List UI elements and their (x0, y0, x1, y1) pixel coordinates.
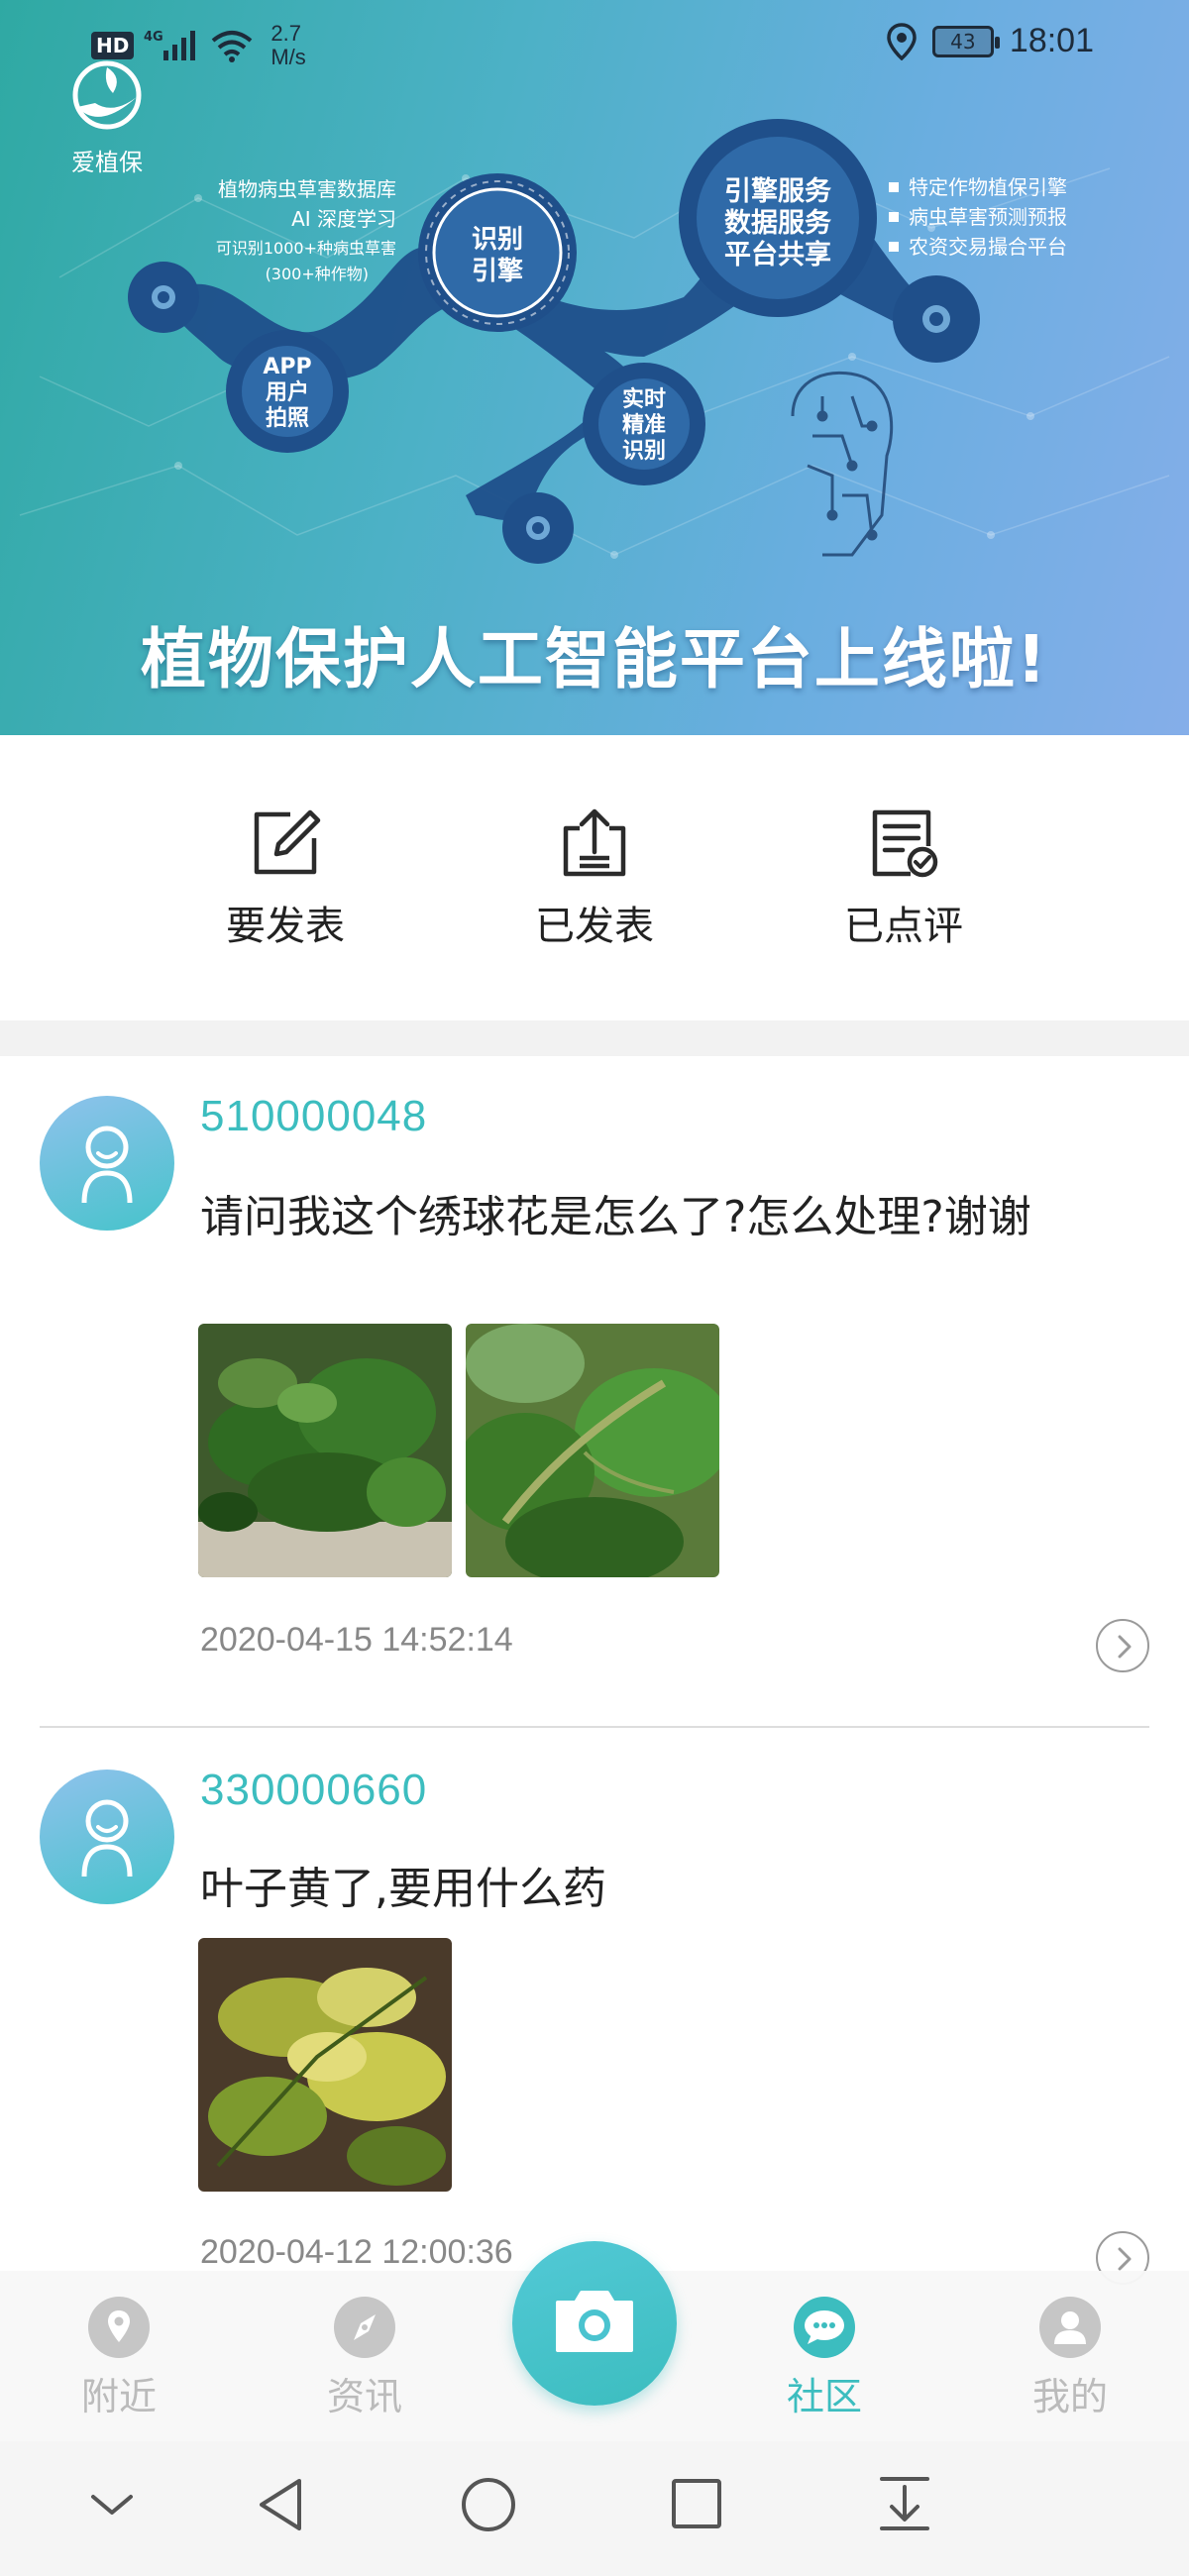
chevron-right-icon (1118, 2247, 1132, 2271)
caption-right-3: 农资交易撮合平台 (909, 235, 1067, 259)
avatar[interactable] (40, 1770, 174, 1904)
system-navigation-bar (0, 2441, 1189, 2576)
compass-icon (334, 2297, 395, 2358)
plant-photo (198, 1324, 452, 1577)
location-pin-icon (88, 2297, 150, 2358)
post-image[interactable] (198, 1324, 452, 1577)
yellow-leaf-photo (198, 1938, 452, 2192)
action-published[interactable]: 已发表 (505, 806, 684, 951)
action-reviewed[interactable]: 已点评 (814, 806, 993, 951)
node-engine-line1: 识别 (472, 225, 523, 255)
node-services-line1: 引擎服务 (724, 175, 831, 207)
leaf-closeup-photo (466, 1324, 719, 1577)
user-avatar-icon (81, 1126, 133, 1204)
caption-left-2: AI 深度学习 (291, 207, 396, 231)
node-engine-line2: 引擎 (472, 257, 523, 286)
caption-right-1: 特定作物植保引擎 (909, 175, 1067, 199)
camera-button[interactable] (512, 2241, 677, 2406)
camera-icon (556, 2291, 633, 2352)
node-realtime-line2: 精准 (622, 412, 666, 438)
post-user-id[interactable]: 330000660 (200, 1766, 427, 1815)
node-services-line2: 数据服务 (724, 208, 831, 239)
post-timestamp: 2020-04-15 14:52:14 (200, 1621, 513, 1659)
node-app-line2: 用户 (266, 379, 309, 405)
node-app-line3: 拍照 (266, 405, 309, 431)
nav-profile[interactable]: 我的 (1001, 2297, 1139, 2420)
chat-bubble-icon (794, 2297, 855, 2358)
post-content[interactable]: 叶子黄了,要用什么药 (200, 1859, 1159, 1920)
action-published-label: 已发表 (535, 904, 654, 949)
user-icon (1039, 2297, 1101, 2358)
nav-nearby-label: 附近 (80, 2375, 157, 2418)
node-app-line1: APP (263, 355, 311, 379)
chevron-right-icon (1118, 1635, 1132, 1659)
action-reviewed-label: 已点评 (844, 904, 963, 949)
avatar[interactable] (40, 1096, 174, 1231)
nav-profile-label: 我的 (1031, 2375, 1108, 2418)
collapse-chevron-icon[interactable] (87, 2473, 137, 2542)
hero-banner[interactable]: HD 4G 2.7 M/s 43 18:01 爱植保 APP 用户 拍照 识别 … (0, 0, 1189, 735)
nav-community-label: 社区 (786, 2375, 862, 2418)
post-divider (40, 1726, 1149, 1728)
nav-news[interactable]: 资讯 (295, 2297, 434, 2420)
post-image[interactable] (198, 1938, 452, 2192)
node-services-line3: 平台共享 (724, 239, 831, 270)
caption-left-4: (300+种作物) (266, 265, 369, 283)
nav-news-label: 资讯 (326, 2375, 402, 2418)
home-icon[interactable] (460, 2473, 517, 2542)
section-divider (0, 1020, 1189, 1056)
hero-title: 植物保护人工智能平台上线啦! (140, 621, 1049, 698)
post-detail-button[interactable] (1096, 1619, 1149, 1672)
post-image[interactable] (466, 1324, 719, 1577)
post-timestamp: 2020-04-12 12:00:36 (200, 2233, 513, 2271)
nav-community[interactable]: 社区 (755, 2297, 894, 2420)
caption-left-1: 植物病虫草害数据库 (218, 177, 396, 201)
user-avatar-icon (81, 1799, 133, 1878)
caption-left-3: 可识别1000+种病虫草害 (216, 239, 396, 258)
action-compose-label: 要发表 (226, 904, 345, 949)
nav-nearby[interactable]: 附近 (50, 2297, 188, 2420)
post-user-id[interactable]: 510000048 (200, 1092, 427, 1141)
back-icon[interactable] (254, 2473, 309, 2542)
node-realtime-line3: 识别 (622, 439, 666, 464)
recent-apps-icon[interactable] (670, 2473, 723, 2542)
compose-icon (254, 809, 321, 875)
notification-pull-icon[interactable] (878, 2473, 931, 2542)
quick-actions: 要发表 已发表 已点评 (0, 735, 1189, 1020)
caption-right-2: 病虫草害预测预报 (909, 205, 1067, 229)
action-compose[interactable]: 要发表 (196, 806, 375, 951)
upload-tray-icon (563, 808, 626, 877)
node-realtime-line1: 实时 (622, 386, 666, 412)
post-content[interactable]: 请问我这个绣球花是怎么了?怎么处理?谢谢 (200, 1187, 1159, 1248)
circuit-head-icon (791, 371, 894, 557)
reviewed-document-icon (872, 809, 938, 878)
